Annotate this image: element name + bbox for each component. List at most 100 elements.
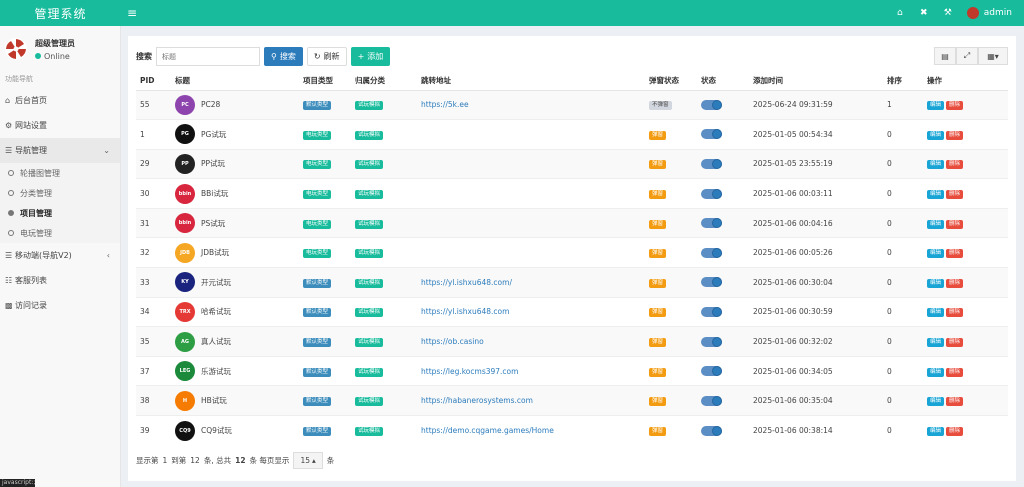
popup-badge[interactable]: 弹窗 — [649, 338, 667, 348]
table-row[interactable]: 38 H HB试玩 默认类型 试玩模拟 https://habanerosystems.c… — [136, 385, 1008, 416]
delete-button[interactable]: 删除 — [946, 278, 964, 288]
status-toggle[interactable] — [701, 129, 722, 140]
popup-badge[interactable]: 不弹窗 — [649, 101, 672, 111]
edit-button[interactable]: 编辑 — [927, 219, 945, 229]
status-toggle[interactable] — [701, 366, 722, 377]
popup-badge[interactable]: 弹窗 — [649, 190, 667, 200]
edit-button[interactable]: 编辑 — [927, 278, 945, 288]
delete-button[interactable]: 删除 — [946, 219, 964, 229]
url-link[interactable]: https://5k.ee — [421, 100, 469, 109]
popup-badge[interactable]: 弹窗 — [649, 427, 667, 437]
table-row[interactable]: 1 PG PG试玩 电玩类型 试玩模拟 弹窗 2025-01-05 00:54:34 0 编辑删… — [136, 119, 1008, 150]
url-link[interactable]: https://habanerosystems.com — [421, 396, 533, 405]
status-toggle[interactable] — [701, 188, 722, 199]
fullscreen-icon[interactable]: ✖ — [919, 8, 929, 18]
delete-button[interactable]: 删除 — [946, 160, 964, 170]
search-input[interactable] — [156, 47, 260, 66]
status-toggle[interactable] — [701, 247, 722, 258]
edit-button[interactable]: 编辑 — [927, 190, 945, 200]
col-sort[interactable]: 排序 — [883, 72, 923, 91]
delete-button[interactable]: 删除 — [946, 130, 964, 140]
page-size-select[interactable]: 15 ▴ — [293, 452, 323, 469]
search-button[interactable]: ⚲ 搜索 — [264, 47, 303, 66]
sidebar-item-service[interactable]: ☷ 客服列表 — [0, 268, 120, 293]
col-popup[interactable]: 弹窗状态 — [645, 72, 697, 91]
col-category[interactable]: 归属分类 — [351, 72, 417, 91]
col-type[interactable]: 项目类型 — [299, 72, 351, 91]
sidebar-subitem-carousel[interactable]: 轮播图管理 — [0, 163, 120, 183]
table-row[interactable]: 34 TRX 哈希试玩 默认类型 试玩模拟 https://yl.ishxu648.com… — [136, 296, 1008, 327]
popup-badge[interactable]: 弹窗 — [649, 397, 667, 407]
url-link[interactable]: https://yl.ishxu648.com/ — [421, 278, 512, 287]
sidebar-item-visits[interactable]: ▩ 访问记录 — [0, 293, 120, 318]
delete-button[interactable]: 删除 — [946, 397, 964, 407]
table-row[interactable]: 37 LEG 乐游试玩 默认类型 试玩模拟 https://leg.kocms397.co… — [136, 355, 1008, 386]
status-toggle[interactable] — [701, 425, 722, 436]
edit-button[interactable]: 编辑 — [927, 101, 945, 111]
home-icon[interactable]: ⌂ — [895, 8, 905, 18]
popup-badge[interactable]: 弹窗 — [649, 367, 667, 377]
status-toggle[interactable] — [701, 158, 722, 169]
url-link[interactable]: https://yl.ishxu648.com — [421, 307, 509, 316]
sidebar-item-home[interactable]: ⌂ 后台首页 — [0, 88, 120, 113]
delete-button[interactable]: 删除 — [946, 338, 964, 348]
edit-button[interactable]: 编辑 — [927, 249, 945, 259]
edit-button[interactable]: 编辑 — [927, 427, 945, 437]
status-toggle[interactable] — [701, 218, 722, 229]
brand-title[interactable]: 管理系统 — [0, 0, 121, 26]
status-toggle[interactable] — [701, 336, 722, 347]
table-row[interactable]: 31 bbin PS试玩 电玩类型 试玩模拟 弹窗 2025-01-06 00:04:16 0… — [136, 207, 1008, 238]
col-status[interactable]: 状态 — [697, 72, 749, 91]
edit-button[interactable]: 编辑 — [927, 308, 945, 318]
status-toggle[interactable] — [701, 306, 722, 317]
sidebar-subitem-category[interactable]: 分类管理 — [0, 183, 120, 203]
sidebar-item-settings[interactable]: ⚙ 网站设置 — [0, 113, 120, 138]
edit-button[interactable]: 编辑 — [927, 338, 945, 348]
sidebar-item-nav-manage[interactable]: ☰ 导航管理 ⌄ — [0, 138, 120, 163]
add-button[interactable]: + 添加 — [350, 47, 391, 66]
table-row[interactable]: 29 PP PP试玩 电玩类型 试玩模拟 弹窗 2025-01-05 23:55:19 0 编辑… — [136, 148, 1008, 179]
url-link[interactable]: https://demo.cqgame.games/Home — [421, 426, 554, 435]
url-link[interactable]: https://ob.casino — [421, 337, 484, 346]
col-pid[interactable]: PID — [136, 72, 171, 91]
edit-button[interactable]: 编辑 — [927, 160, 945, 170]
fullscreen-icon[interactable]: ⤢ — [956, 47, 978, 65]
col-title[interactable]: 标题 — [171, 72, 299, 91]
status-toggle[interactable] — [701, 277, 722, 288]
delete-button[interactable]: 删除 — [946, 367, 964, 377]
table-row[interactable]: 30 bbin BBi试玩 电玩类型 试玩模拟 弹窗 2025-01-06 00:03:11… — [136, 178, 1008, 209]
status-toggle[interactable] — [701, 99, 722, 110]
sidebar-subitem-project[interactable]: 项目管理 — [0, 203, 120, 223]
status-toggle[interactable] — [701, 395, 722, 406]
edit-button[interactable]: 编辑 — [927, 397, 945, 407]
delete-button[interactable]: 删除 — [946, 308, 964, 318]
popup-badge[interactable]: 弹窗 — [649, 130, 667, 140]
sidebar-item-mobile[interactable]: ☰ 移动端(导航V2) ‹ — [0, 243, 120, 268]
table-row[interactable]: 33 KY 开元试玩 默认类型 试玩模拟 https://yl.ishxu648.com/… — [136, 267, 1008, 298]
table-row[interactable]: 39 CQ9 CQ9试玩 默认类型 试玩模拟 https://demo.cqgame.ga… — [136, 415, 1008, 446]
popup-badge[interactable]: 弹窗 — [649, 308, 667, 318]
admin-menu[interactable]: admin — [966, 7, 1012, 19]
popup-badge[interactable]: 弹窗 — [649, 219, 667, 229]
delete-button[interactable]: 删除 — [946, 249, 964, 259]
toggle-view-icon[interactable]: ▤ — [934, 47, 956, 65]
popup-badge[interactable]: 弹窗 — [649, 160, 667, 170]
table-row[interactable]: 35 AG 真人试玩 默认类型 试玩模拟 https://ob.casino 弹窗 2025-… — [136, 326, 1008, 357]
delete-button[interactable]: 删除 — [946, 190, 964, 200]
popup-badge[interactable]: 弹窗 — [649, 249, 667, 259]
columns-icon[interactable]: ▦▾ — [978, 47, 1008, 65]
edit-button[interactable]: 编辑 — [927, 130, 945, 140]
menu-toggle-icon[interactable]: ≡ — [127, 6, 137, 20]
wrench-icon[interactable]: ⚒ — [943, 8, 953, 18]
refresh-button[interactable]: ↻ 刷新 — [306, 47, 347, 66]
col-url[interactable]: 跳转地址 — [417, 72, 645, 91]
table-row[interactable]: 32 JDB JDB试玩 电玩类型 试玩模拟 弹窗 2025-01-06 00:05:26 0… — [136, 237, 1008, 268]
popup-badge[interactable]: 弹窗 — [649, 278, 667, 288]
table-row[interactable]: 55 PC PC28 默认类型 试玩模拟 https://5k.ee 不弹窗 2025-06-… — [136, 89, 1008, 120]
edit-button[interactable]: 编辑 — [927, 367, 945, 377]
col-time[interactable]: 添加时间 — [749, 72, 883, 91]
delete-button[interactable]: 删除 — [946, 427, 964, 437]
sidebar-subitem-arcade[interactable]: 电玩管理 — [0, 223, 120, 243]
delete-button[interactable]: 删除 — [946, 101, 964, 111]
url-link[interactable]: https://leg.kocms397.com — [421, 367, 518, 376]
